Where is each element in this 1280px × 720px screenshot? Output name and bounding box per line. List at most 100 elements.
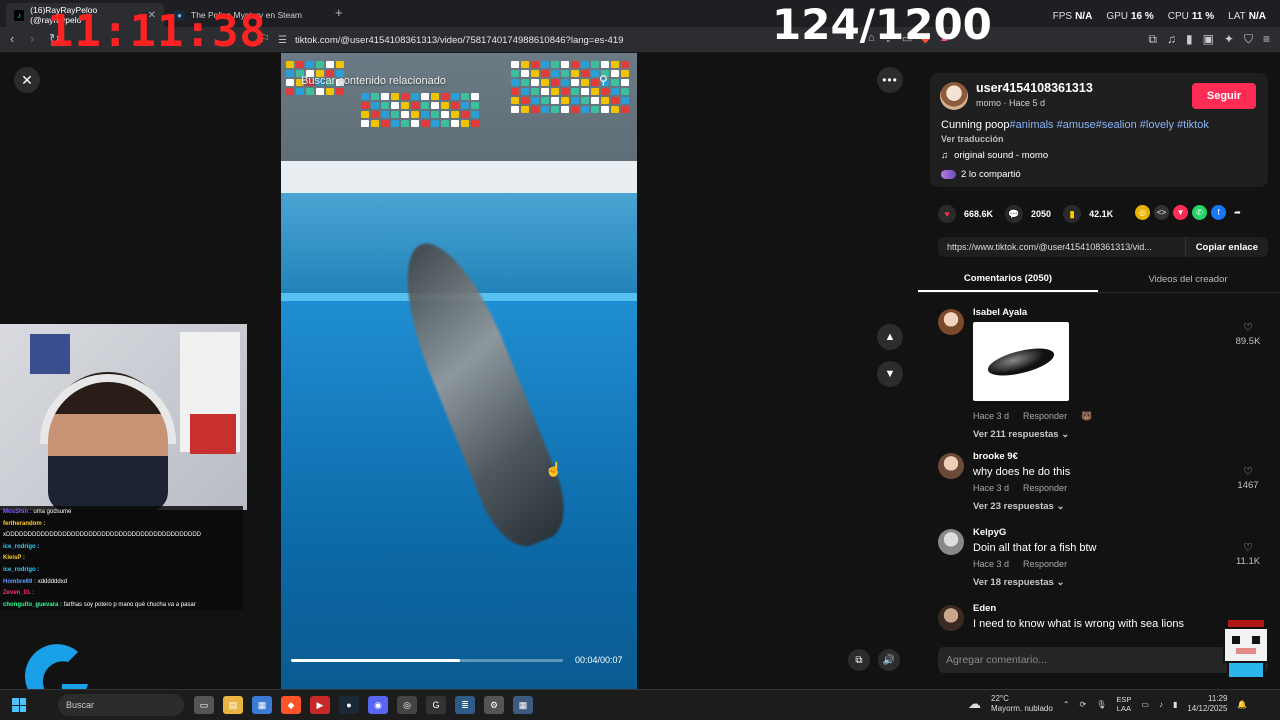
menu-icon[interactable]: ≡ [1263,32,1270,47]
comment-author[interactable]: Eden [973,603,996,614]
chevron-down-icon: ▼ [884,368,896,380]
related-search[interactable]: Buscar contenido relacionado [301,75,446,87]
ai-icon[interactable]: ✦ [1224,32,1234,47]
avatar[interactable] [938,453,964,479]
add-comment-placeholder: Agregar comentario... [946,654,1047,666]
facebook-icon[interactable]: f [1211,205,1226,220]
steam-icon[interactable]: ● [339,696,359,714]
copy-link-button[interactable]: Copiar enlace [1184,237,1268,257]
comment-image[interactable] [973,322,1069,401]
calculator-icon[interactable]: ▦ [513,696,533,714]
network-icon[interactable]: ▭ [1141,700,1149,709]
cloud-icon: ☁ [968,696,981,711]
search-icon[interactable]: ⚲ [599,73,608,87]
avatar[interactable] [940,82,968,110]
chat-text: farthas soy potero p mano qué chucha va … [63,601,196,608]
comment-author[interactable]: KelpyG [973,527,1006,538]
add-comment-input[interactable]: Agregar comentario... @☺ [938,647,1268,673]
comment-author[interactable]: Isabel Ayala [973,307,1027,318]
chevron-up-icon[interactable]: ⌃ [1063,700,1070,709]
follow-button[interactable]: Seguir [1192,83,1256,109]
cast-icon[interactable]: ⧉ [1148,32,1157,47]
reply-link[interactable]: Responder [1023,559,1067,569]
comment-like[interactable]: ♡ 11.1K [1228,541,1268,567]
creator-username[interactable]: user4154108361313 [976,81,1093,95]
sound-link[interactable]: ♫ original sound - momo [941,150,1048,161]
avatar[interactable] [938,605,964,631]
discord-icon[interactable]: ◉ [368,696,388,714]
address-bar[interactable]: ☰ tiktok.com/@user4154108361313/video/75… [278,31,838,49]
panel-tabs: Comentarios (2050) Videos del creador [918,267,1280,293]
obs-icon[interactable]: ◎ [397,696,417,714]
save-button[interactable]: ▮ [1063,205,1082,223]
task-view-icon[interactable]: ▭ [194,696,214,714]
mic-icon[interactable]: 🎙 [1096,700,1106,709]
comment-button[interactable]: 💬 [1005,205,1024,223]
shared-by[interactable]: 2 lo compartió [941,169,1021,180]
forward-icon[interactable]: › [30,32,34,46]
screen: ♪ (16)RayRayPeloo (@rayraypelo ✕ ● The P… [0,0,1280,720]
coin-icon[interactable]: ◎ [1135,205,1150,220]
battery-icon[interactable]: ▮ [1173,700,1177,709]
comment-like[interactable]: ♡ 1467 [1228,465,1268,491]
chevron-up-icon: ▲ [884,331,896,343]
notification-icon[interactable]: 🔔 [1237,700,1247,709]
stream-clock: 11:11:38 [47,6,267,57]
clock-date[interactable]: 11:29 14/12/2025 [1187,694,1227,714]
previous-video-button[interactable]: ▲ [877,324,903,350]
g-hub-icon[interactable]: G [426,696,446,714]
notepad-icon[interactable]: ≣ [455,696,475,714]
back-icon[interactable]: ‹ [10,32,14,46]
reply-link[interactable]: Responder [1023,483,1067,493]
weather-widget[interactable]: 22°C Mayorm. nublado [991,694,1053,714]
next-video-button[interactable]: ▼ [877,361,903,387]
send-icon[interactable]: ▼ [1173,205,1188,220]
volume-button[interactable]: 🔊 [878,649,900,671]
sync-icon[interactable]: ⟳ [1080,700,1087,709]
embed-icon[interactable]: <> [1154,205,1169,220]
hashtags[interactable]: #animals #amuse#sealion #lovely #tiktok [1010,119,1209,131]
share-arrow-icon[interactable]: ➦ [1230,205,1245,220]
like-button[interactable]: ♥ [938,205,956,223]
comment-author[interactable]: brooke 9€ [973,451,1018,462]
view-replies[interactable]: Ver 18 respuestas ⌄ [973,577,1064,588]
video-progress-bar[interactable] [291,659,563,662]
url-text: tiktok.com/@user4154108361313/video/7581… [294,34,624,46]
video-app-icon[interactable]: ▶ [310,696,330,714]
media-icon[interactable]: ♫ [1167,32,1176,47]
see-translation-link[interactable]: Ver traducción [941,134,1004,144]
chat-username: KleisP : [3,555,25,562]
volume-icon[interactable]: ♪ [1159,700,1163,709]
brave-icon[interactable]: ◆ [281,696,301,714]
file-explorer-icon[interactable]: ▤ [223,696,243,714]
wallet-icon[interactable]: ▣ [1203,32,1214,47]
taskbar-search[interactable]: Buscar [58,694,184,716]
avatar[interactable] [938,529,964,555]
language-indicator[interactable]: ESP LAA [1116,695,1131,713]
new-tab-button[interactable]: + [335,5,343,20]
video-player[interactable]: Buscar contenido relacionado ⚲ 00:04/00:… [281,53,637,689]
reply-link[interactable]: Responder [1023,411,1067,422]
close-button[interactable]: ✕ [14,67,40,93]
sidebar-icon[interactable]: ▮ [1186,32,1193,47]
vpn-icon[interactable]: ⛉ [1244,32,1253,47]
comment-like[interactable]: ♡ 89.5K [1228,321,1268,347]
windows-start-icon[interactable] [12,698,26,712]
view-replies[interactable]: Ver 211 respuestas ⌄ [973,429,1069,440]
site-info-icon[interactable]: ☰ [278,35,287,46]
post-description: Cunning poop#animals #amuse#sealion #lov… [941,119,1209,131]
chat-username: ice_rodrigo : [3,543,40,550]
tab-comments[interactable]: Comentarios (2050) [918,267,1098,292]
tab-creator-videos[interactable]: Videos del creador [1098,267,1278,292]
avatar[interactable] [938,309,964,335]
store-icon[interactable]: ▦ [252,696,272,714]
whatsapp-icon[interactable]: ✆ [1192,205,1207,220]
more-options-button[interactable]: ••• [877,67,903,93]
plush-toy [190,414,236,454]
seats-center [361,93,479,127]
view-replies[interactable]: Ver 23 respuestas ⌄ [973,501,1064,512]
tiktok-icon: ♪ [14,9,25,21]
settings-icon[interactable]: ⚙ [484,696,504,714]
miniplayer-button[interactable]: ⧉ [848,649,870,671]
chat-message: KleisP : [3,553,240,565]
